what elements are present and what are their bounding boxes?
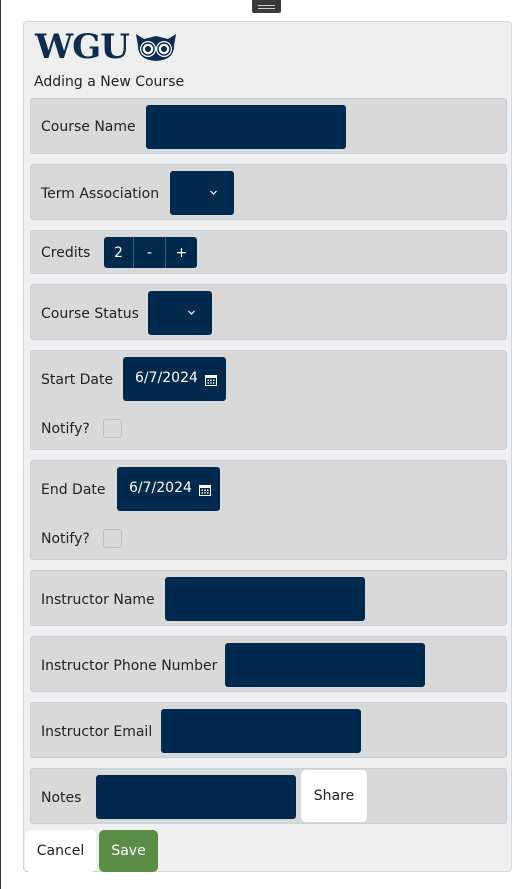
term-association-row: Term Association xyxy=(30,164,507,220)
page-subtitle: Adding a New Course xyxy=(34,74,185,90)
start-notify-checkbox[interactable] xyxy=(103,419,122,438)
credits-row: Credits 2 - + xyxy=(30,230,507,274)
instructor-email-input[interactable] xyxy=(161,709,361,753)
end-date-value: 6/7/2024 xyxy=(129,480,192,496)
save-button[interactable]: Save xyxy=(99,830,158,872)
calendar-icon xyxy=(199,485,211,496)
term-association-select[interactable] xyxy=(170,171,234,215)
course-name-label: Course Name xyxy=(41,119,136,135)
course-status-label: Course Status xyxy=(41,306,139,322)
start-date-value: 6/7/2024 xyxy=(135,370,198,386)
instructor-name-row: Instructor Name xyxy=(30,570,507,626)
cancel-button[interactable]: Cancel xyxy=(25,830,96,872)
drag-handle[interactable] xyxy=(252,0,281,13)
instructor-phone-row: Instructor Phone Number xyxy=(30,636,507,692)
window-edge xyxy=(0,0,1,889)
start-date-picker[interactable]: 6/7/2024 xyxy=(123,357,226,401)
credits-stepper[interactable]: 2 - + xyxy=(104,237,197,268)
notes-row: Notes Share xyxy=(30,768,507,824)
start-date-row: Start Date 6/7/2024 Notify? xyxy=(30,350,507,450)
credits-value: 2 xyxy=(114,244,123,261)
instructor-email-label: Instructor Email xyxy=(41,724,153,740)
course-name-input[interactable] xyxy=(146,105,346,149)
course-status-select[interactable] xyxy=(148,291,212,335)
course-form-window: WGU Adding a New Course Course Name Term… xyxy=(23,21,512,872)
notes-label: Notes xyxy=(41,790,82,806)
end-date-picker[interactable]: 6/7/2024 xyxy=(117,467,220,511)
term-association-label: Term Association xyxy=(41,186,160,202)
notes-input[interactable] xyxy=(96,775,296,819)
credits-label: Credits xyxy=(41,245,91,261)
course-name-row: Course Name xyxy=(30,98,507,154)
end-notify-label: Notify? xyxy=(41,531,90,547)
calendar-icon xyxy=(205,375,217,386)
chevron-down-icon xyxy=(210,190,217,195)
end-notify-checkbox[interactable] xyxy=(103,529,122,548)
instructor-phone-label: Instructor Phone Number xyxy=(41,658,218,674)
instructor-name-input[interactable] xyxy=(165,577,365,621)
instructor-phone-input[interactable] xyxy=(225,643,425,687)
instructor-email-row: Instructor Email xyxy=(30,702,507,758)
start-notify-label: Notify? xyxy=(41,421,90,437)
end-date-label: End Date xyxy=(41,482,106,498)
chevron-down-icon xyxy=(188,310,195,315)
logo-text: WGU xyxy=(35,27,130,67)
owl-icon xyxy=(135,34,176,61)
share-button[interactable]: Share xyxy=(301,770,367,822)
start-date-label: Start Date xyxy=(41,372,114,388)
instructor-name-label: Instructor Name xyxy=(41,592,155,608)
credits-increment-button[interactable]: + xyxy=(165,237,197,268)
end-date-row: End Date 6/7/2024 Notify? xyxy=(30,460,507,560)
credits-decrement-button[interactable]: - xyxy=(133,237,165,268)
wgu-logo: WGU xyxy=(35,30,178,64)
course-status-row: Course Status xyxy=(30,284,507,340)
